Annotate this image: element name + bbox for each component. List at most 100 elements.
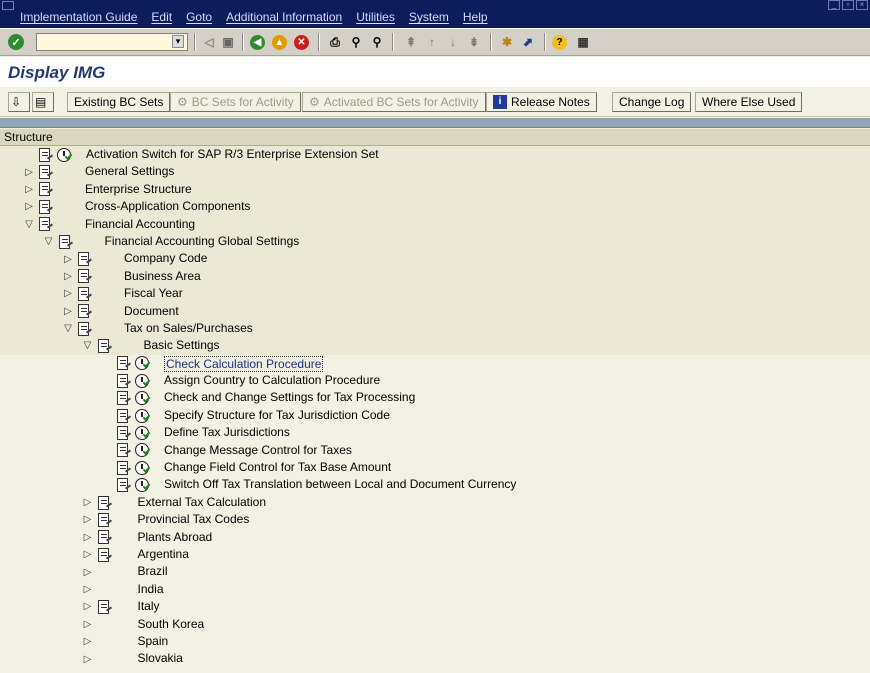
tree-node-label[interactable]: Change Field Control for Tax Base Amount [164,459,391,476]
first-page-icon[interactable]: ⇞ [402,33,420,51]
documentation-icon[interactable] [116,408,132,423]
expand-triangle-icon[interactable]: ▷ [81,617,95,631]
tree-node-label[interactable]: Financial Accounting Global Settings [105,233,300,250]
tree-row[interactable]: ▷ External Tax Calculation [0,493,870,512]
expand-triangle-icon[interactable]: ▷ [81,600,95,614]
expand-subtree-icon[interactable]: ⇩ [8,92,30,112]
tree-row[interactable]: ▷ General Settings [0,163,870,181]
command-dropdown-icon[interactable]: ▾ [172,35,184,48]
tree-node-label[interactable]: Basic Settings [144,337,220,354]
expand-triangle-icon[interactable]: ▷ [81,548,95,562]
tree-row[interactable]: ▽ Financial Accounting Global Settings [0,232,870,251]
change-log-button[interactable]: Change Log [612,92,692,112]
collapse-triangle-icon[interactable]: ▽ [61,322,75,336]
find-icon[interactable]: ⚲ [347,33,365,51]
where-else-used-button[interactable]: Where Else Used [695,92,803,112]
tree-row[interactable]: Change Field Control for Tax Base Amount [0,459,870,477]
documentation-icon[interactable] [116,373,132,388]
previous-page-icon[interactable]: ↑ [423,33,441,51]
tree-node-label[interactable]: Define Tax Jurisdictions [164,424,290,441]
print-icon[interactable]: ⎙ [326,33,344,51]
enter-checkmark-icon[interactable]: ✓ [8,34,24,50]
tree-row[interactable]: Assign Country to Calculation Procedure [0,372,870,390]
tree-row[interactable]: Activation Switch for SAP R/3 Enterprise… [0,146,870,164]
tree-node-label[interactable]: Activation Switch for SAP R/3 Enterprise… [86,146,379,163]
tree-row[interactable]: Specify Structure for Tax Jurisdiction C… [0,406,870,425]
create-session-icon[interactable]: ✱ [498,33,516,51]
tree-node-label[interactable]: Change Message Control for Taxes [164,442,352,459]
expand-triangle-icon[interactable]: ▷ [22,165,36,179]
tree-node-label[interactable]: Tax on Sales/Purchases [124,320,253,337]
expand-triangle-icon[interactable]: ▷ [61,304,75,318]
tree-node-label[interactable]: Document [124,303,179,320]
tree-row[interactable]: ▷ Cross-Application Components [0,198,870,216]
menu-system[interactable]: System [409,10,449,24]
tree-row[interactable]: Switch Off Tax Translation between Local… [0,476,870,494]
documentation-icon[interactable] [97,530,113,545]
menu-utilities[interactable]: Utilities [356,10,395,24]
collapse-triangle-icon[interactable]: ▽ [42,235,56,249]
expand-triangle-icon[interactable]: ▷ [81,496,95,510]
tree-node-label[interactable]: Provincial Tax Codes [138,511,250,528]
tree-row[interactable]: ▷ Fiscal Year [0,285,870,303]
documentation-icon[interactable] [77,252,93,267]
expand-triangle-icon[interactable]: ▷ [81,530,95,544]
expand-triangle-icon[interactable]: ▷ [81,652,95,666]
documentation-icon[interactable] [97,338,113,353]
execute-activity-icon[interactable] [135,408,151,423]
menu-goto[interactable]: Goto [186,10,212,24]
bc-sets-for-activity-button[interactable]: ⚙ BC Sets for Activity [170,92,301,112]
tree-node-label[interactable]: External Tax Calculation [138,494,267,511]
existing-bc-sets-button[interactable]: Existing BC Sets [67,92,171,112]
documentation-icon[interactable] [116,425,132,440]
tree-row[interactable]: Define Tax Jurisdictions [0,424,870,442]
menu-implementation-guide[interactable]: Implementation Guide [20,10,137,24]
documentation-icon[interactable] [77,321,93,336]
menu-help[interactable]: Help [463,10,488,24]
tree-node-label[interactable]: Enterprise Structure [85,181,192,198]
tree-row[interactable]: Change Message Control for Taxes [0,441,870,460]
expand-triangle-icon[interactable]: ▷ [81,565,95,579]
execute-activity-icon[interactable] [135,460,151,475]
expand-triangle-icon[interactable]: ▷ [61,287,75,301]
documentation-icon[interactable] [77,269,93,284]
tree-node-label[interactable]: Spain [138,633,169,650]
tree-row[interactable]: ▽ Tax on Sales/Purchases [0,319,870,338]
expand-triangle-icon[interactable]: ▷ [22,200,36,214]
collapse-triangle-icon[interactable]: ▽ [81,339,95,353]
maximize-icon[interactable]: ▫ [842,0,854,10]
execute-activity-icon[interactable] [135,425,151,440]
documentation-icon[interactable] [38,182,54,197]
documentation-icon[interactable] [97,599,113,614]
release-notes-button[interactable]: i Release Notes [486,92,597,112]
last-page-icon[interactable]: ⇟ [465,33,483,51]
documentation-icon[interactable] [116,443,132,458]
tree-row[interactable]: ▷ Brazil [0,563,870,581]
expand-triangle-icon[interactable]: ▷ [61,252,75,266]
close-window-icon[interactable]: × [856,0,868,10]
documentation-icon[interactable] [97,495,113,510]
execute-activity-icon[interactable] [135,443,151,458]
expand-triangle-icon[interactable]: ▷ [81,513,95,527]
documentation-icon[interactable] [97,547,113,562]
tree-node-label[interactable]: Business Area [124,268,201,285]
documentation-icon[interactable] [38,147,54,162]
execute-activity-icon[interactable] [135,373,151,388]
tree-row[interactable]: ▽ Basic Settings [0,337,870,355]
documentation-icon[interactable] [38,165,54,180]
execute-activity-icon[interactable] [135,478,151,493]
next-page-icon[interactable]: ↓ [444,33,462,51]
tree-row[interactable]: ▷ Italy [0,598,870,616]
tree-node-label[interactable]: Specify Structure for Tax Jurisdiction C… [164,407,390,424]
expand-triangle-icon[interactable]: ▷ [22,182,36,196]
tree-row[interactable]: ▷ South Korea [0,615,870,633]
tree-node-label[interactable]: Cross-Application Components [85,198,250,215]
menu-additional-information[interactable]: Additional Information [226,10,342,24]
tree-row[interactable]: ▷ Company Code [0,250,870,268]
back-icon[interactable]: ◀ [250,35,265,50]
expand-triangle-icon[interactable]: ▷ [61,269,75,283]
shortcut-icon[interactable]: ⬈ [519,33,537,51]
tree-row[interactable]: ▷ Plants Abroad [0,528,870,546]
tree-row[interactable]: Check and Change Settings for Tax Proces… [0,389,870,407]
save-icon[interactable]: ▣ [219,33,237,51]
